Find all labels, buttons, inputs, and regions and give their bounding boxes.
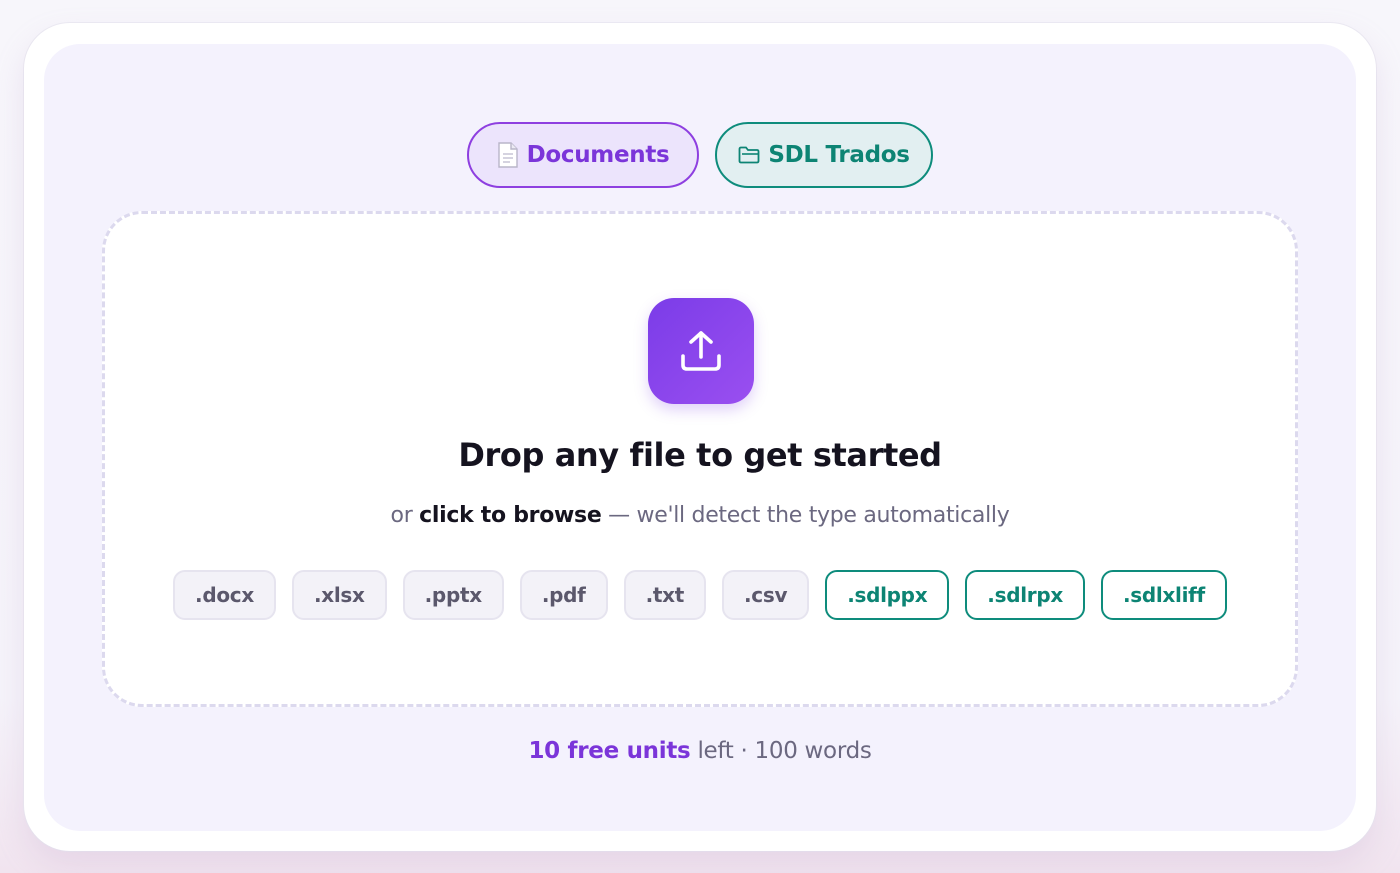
tab-documents[interactable]: Documents xyxy=(467,122,699,188)
browse-link[interactable]: click to browse xyxy=(419,503,602,528)
uploader-panel: Documents SDL Trados Drop any file to ge… xyxy=(44,44,1356,831)
subline-suffix: — we'll detect the type automatically xyxy=(601,503,1010,528)
format-chip-docx: .docx xyxy=(173,570,276,620)
format-chip-sdlrpx: .sdlrpx xyxy=(965,570,1085,620)
subline-prefix: or xyxy=(390,503,420,528)
usage-summary: 10 free units left · 100 words xyxy=(44,738,1356,764)
tab-sdl-trados[interactable]: SDL Trados xyxy=(715,122,933,188)
format-chip-txt: .txt xyxy=(623,570,706,620)
format-chip-pdf: .pdf xyxy=(519,570,608,620)
format-chip-pptx: .pptx xyxy=(402,570,504,620)
folder-icon xyxy=(738,146,760,164)
format-chip-sdlxliff: .sdlxliff xyxy=(1100,570,1227,620)
tab-documents-label: Documents xyxy=(526,142,670,168)
mode-tabs: Documents SDL Trados xyxy=(44,122,1356,188)
usage-rest: left · 100 words xyxy=(690,738,872,764)
uploader-card: Documents SDL Trados Drop any file to ge… xyxy=(24,23,1376,851)
tab-sdl-trados-label: SDL Trados xyxy=(768,142,910,168)
file-dropzone[interactable]: Drop any file to get started or click to… xyxy=(102,211,1298,707)
format-chip-csv: .csv xyxy=(721,570,810,620)
format-chip-sdlppx: .sdlppx xyxy=(825,570,950,620)
dropzone-subline: or click to browse — we'll detect the ty… xyxy=(105,503,1295,528)
free-units-count: 10 free units xyxy=(528,738,691,764)
upload-icon[interactable] xyxy=(648,298,754,404)
page: Documents SDL Trados Drop any file to ge… xyxy=(0,0,1400,873)
document-icon xyxy=(497,142,519,168)
dropzone-headline: Drop any file to get started xyxy=(458,436,942,474)
format-chips: .docx .xlsx .pptx .pdf .txt .csv .sdlppx… xyxy=(105,570,1295,620)
format-chip-xlsx: .xlsx xyxy=(291,570,387,620)
